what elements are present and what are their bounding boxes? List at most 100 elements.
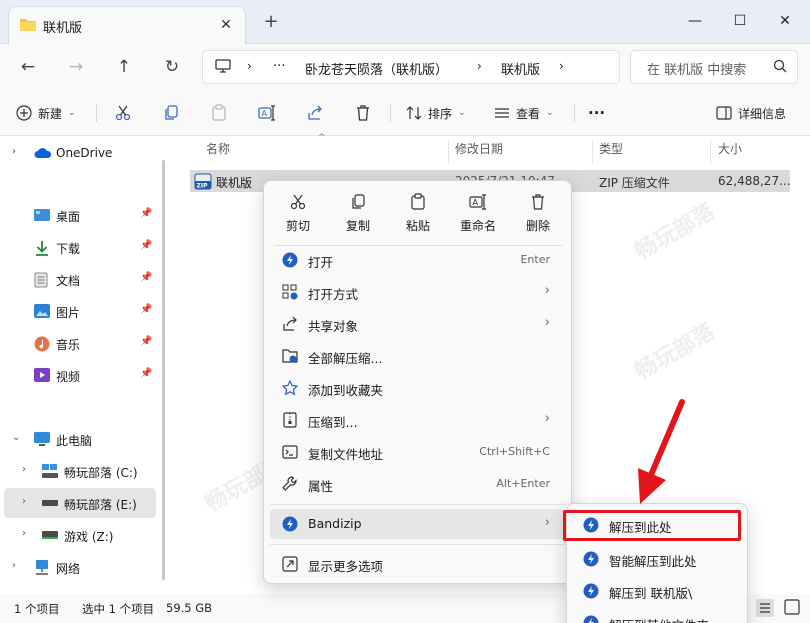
- more-options-button[interactable]: ···: [588, 100, 605, 126]
- divider: [574, 104, 575, 122]
- menu-item-properties[interactable]: 属性 Alt+Enter: [270, 469, 566, 499]
- rename-action[interactable]: A 重命名: [450, 191, 506, 243]
- new-tab-button[interactable]: +: [261, 12, 281, 32]
- sidebar-item-thispc[interactable]: ⌄ 此电脑: [0, 424, 160, 454]
- sidebar-item-label: 桌面: [56, 210, 81, 224]
- close-window-button[interactable]: ✕: [772, 8, 798, 34]
- sidebar-item-label: 图片: [56, 306, 81, 320]
- sidebar-item-documents[interactable]: 文档 📌: [0, 264, 160, 294]
- item-count: 1 个项目: [14, 602, 60, 616]
- sidebar-item-drive-e[interactable]: › 畅玩部落 (E:): [4, 488, 156, 518]
- sidebar-item-desktop[interactable]: 桌面 📌: [0, 200, 160, 230]
- column-divider[interactable]: [592, 140, 593, 164]
- search-placeholder: 在 联机版 中搜索: [647, 63, 747, 78]
- selection-size: 59.5 GB: [166, 601, 213, 615]
- menu-item-bandizip[interactable]: Bandizip ›: [270, 509, 566, 539]
- share-button[interactable]: [306, 100, 324, 126]
- menu-item-show-more[interactable]: 显示更多选项: [270, 549, 566, 579]
- sidebar-item-videos[interactable]: 视频 📌: [0, 360, 160, 390]
- rename-button[interactable]: A: [258, 100, 276, 126]
- copy-action[interactable]: 复制: [330, 191, 386, 243]
- address-bar[interactable]: › ··· 卧龙苍天陨落（联机版） › 联机版 ›: [202, 50, 620, 84]
- sort-icon: [406, 105, 422, 121]
- new-button[interactable]: 新建 ⌄: [16, 100, 76, 126]
- system-drive-icon: [42, 464, 58, 478]
- compress-icon: [282, 412, 298, 428]
- chevron-right-icon: ›: [544, 283, 550, 298]
- network-drive-icon: [42, 531, 58, 539]
- breadcrumb-item-parent[interactable]: 卧龙苍天陨落（联机版）: [305, 59, 448, 78]
- sidebar-item-pictures[interactable]: 图片 📌: [0, 296, 160, 326]
- details-view-icon[interactable]: [756, 599, 774, 617]
- sidebar-item-downloads[interactable]: 下载 📌: [0, 232, 160, 262]
- maximize-button[interactable]: ☐: [727, 8, 753, 34]
- sidebar-item-drive-z[interactable]: › 游戏 (Z:): [0, 520, 160, 550]
- wrench-icon: [282, 476, 298, 492]
- menu-item-shortcut: Ctrl+Shift+C: [479, 445, 550, 458]
- bandizip-icon: [282, 252, 298, 268]
- menu-item-extract-all[interactable]: 全部解压缩...: [270, 341, 566, 371]
- sidebar-item-drive-c[interactable]: › 畅玩部落 (C:): [0, 456, 160, 486]
- menu-item-share[interactable]: 共享对象 ›: [270, 309, 566, 339]
- forward-button[interactable]: →: [62, 54, 90, 80]
- cut-button[interactable]: [114, 100, 132, 126]
- sidebar-item-label: OneDrive: [56, 146, 113, 160]
- menu-item-open-with[interactable]: 打开方式 ›: [270, 277, 566, 307]
- chevron-down-icon: ⌄: [12, 432, 21, 443]
- new-label: 新建: [38, 106, 63, 121]
- sort-button[interactable]: 排序 ⌄: [406, 100, 466, 126]
- submenu-item-extract-to-folder[interactable]: 解压到 联机版\: [571, 576, 745, 606]
- sidebar-item-label: 下载: [56, 242, 81, 256]
- menu-item-open[interactable]: 打开 Enter: [270, 245, 566, 275]
- view-button[interactable]: 查看 ⌄: [494, 100, 554, 126]
- minimize-button[interactable]: —: [682, 8, 708, 34]
- tab-active[interactable]: 联机版 ✕: [8, 6, 246, 44]
- share-icon: [306, 104, 324, 122]
- paste-button[interactable]: [210, 100, 228, 126]
- menu-item-add-favorites[interactable]: 添加到收藏夹: [270, 373, 566, 403]
- refresh-button[interactable]: ↻: [158, 54, 186, 80]
- cut-action[interactable]: 剪切: [270, 191, 326, 243]
- copy-path-icon: [282, 444, 298, 460]
- column-header-date[interactable]: 修改日期: [455, 140, 503, 162]
- search-box[interactable]: 在 联机版 中搜索: [630, 50, 798, 84]
- pin-icon: 📌: [140, 304, 153, 315]
- file-size: 62,488,27...: [718, 174, 791, 188]
- paste-action[interactable]: 粘贴: [390, 191, 446, 243]
- delete-action[interactable]: 删除: [510, 191, 566, 243]
- computer-icon: [215, 58, 231, 74]
- scissors-icon: [290, 194, 306, 210]
- breadcrumb-ellipsis[interactable]: ···: [273, 59, 285, 74]
- chevron-down-icon: ⌄: [546, 108, 554, 118]
- chevron-right-icon: ›: [12, 146, 16, 157]
- column-divider[interactable]: [710, 140, 711, 164]
- sidebar-item-onedrive[interactable]: › OneDrive: [0, 138, 160, 168]
- divider: [390, 104, 391, 122]
- submenu-item-extract-other[interactable]: 解压到其他文件夹: [571, 608, 745, 623]
- tiles-view-icon[interactable]: [784, 599, 800, 615]
- rename-icon: A: [258, 104, 276, 122]
- column-header-name[interactable]: 名称: [206, 140, 230, 162]
- back-button[interactable]: ←: [14, 54, 42, 80]
- sidebar-item-network[interactable]: › 网络: [0, 552, 160, 582]
- chevron-right-icon: ›: [22, 496, 26, 507]
- menu-item-shortcut: Alt+Enter: [496, 477, 550, 490]
- video-icon: [34, 368, 50, 382]
- delete-button[interactable]: [354, 100, 372, 126]
- copy-button[interactable]: [162, 100, 180, 126]
- menu-item-copy-path[interactable]: 复制文件地址 Ctrl+Shift+C: [270, 437, 566, 467]
- column-header-type[interactable]: 类型: [599, 140, 623, 162]
- sidebar-scrollbar[interactable]: [162, 160, 165, 580]
- details-pane-button[interactable]: 详细信息: [716, 100, 786, 126]
- column-divider[interactable]: [448, 140, 449, 164]
- sidebar-item-music[interactable]: 音乐 📌: [0, 328, 160, 358]
- column-header-size[interactable]: 大小: [718, 140, 742, 162]
- up-button[interactable]: ↑: [110, 54, 138, 80]
- chevron-right-icon: ›: [12, 560, 16, 571]
- tab-close-button[interactable]: ✕: [217, 16, 235, 34]
- paste-icon: [210, 104, 228, 122]
- submenu-item-smart-extract[interactable]: 智能解压到此处: [571, 544, 745, 574]
- details-label: 详细信息: [738, 106, 787, 121]
- breadcrumb-item-current[interactable]: 联机版: [501, 59, 540, 78]
- menu-item-compress-to[interactable]: 压缩到... ›: [270, 405, 566, 435]
